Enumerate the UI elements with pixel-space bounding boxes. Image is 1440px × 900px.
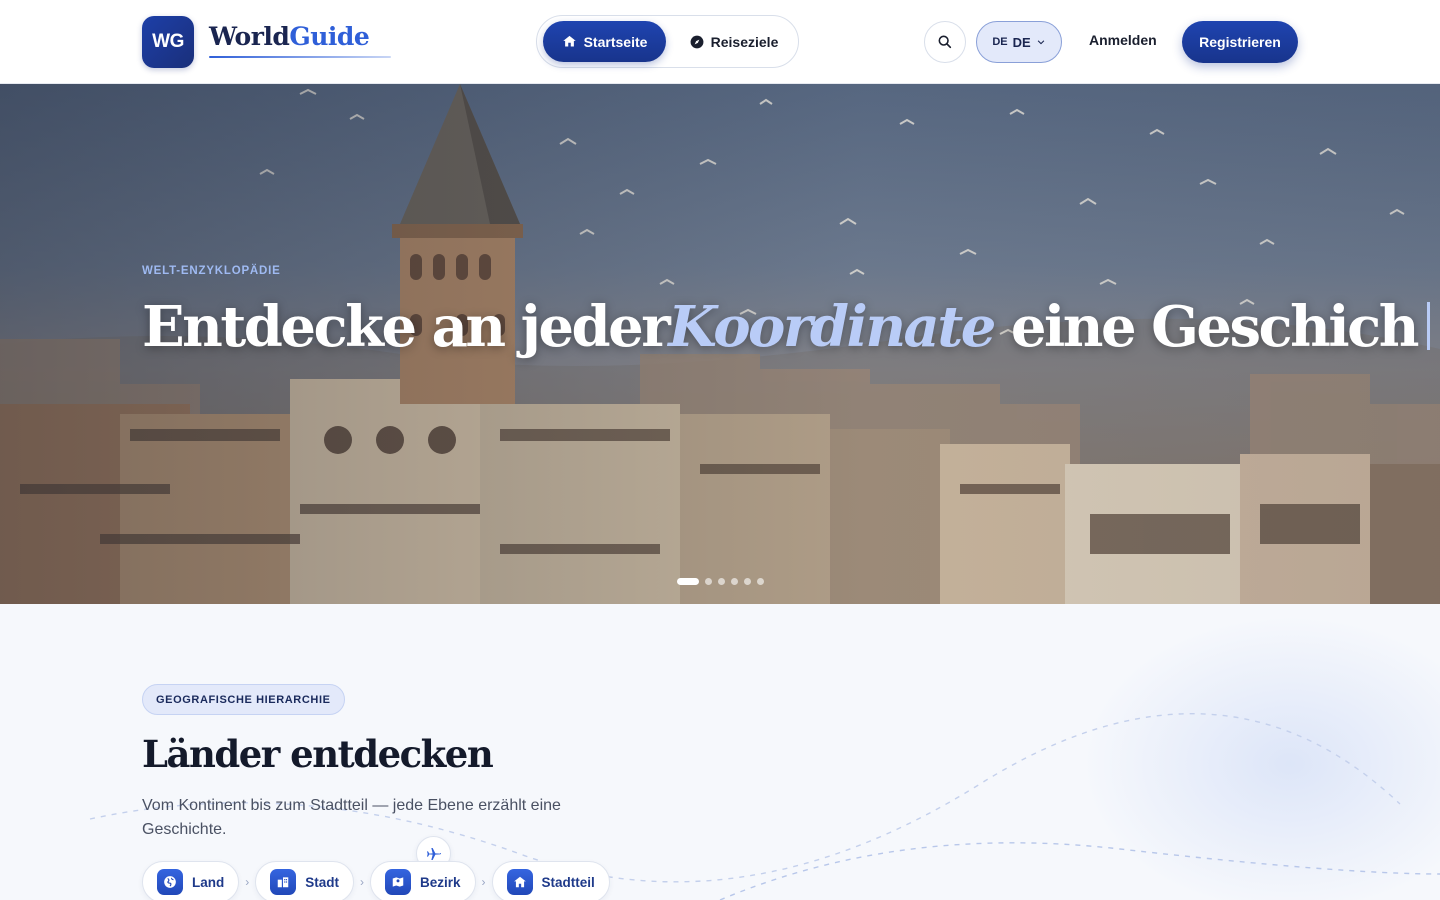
carousel-dots bbox=[677, 578, 764, 585]
top-header: WG WorldGuide Startseite Reiseziele DE D… bbox=[0, 0, 1440, 84]
search-button[interactable] bbox=[924, 21, 966, 63]
hero-title: Entdecke an jederKoordinate eine Geschic… bbox=[142, 294, 1430, 360]
logo-word-world: World bbox=[209, 22, 290, 51]
hero-title-part-2: eine Geschich bbox=[993, 294, 1420, 360]
hero-title-accent: Koordinate bbox=[668, 294, 996, 360]
hero-banner: WELT-ENZYKLOPÄDIE Entdecke an jederKoord… bbox=[0, 84, 1440, 604]
logo-word-guide: Guide bbox=[289, 22, 370, 51]
hierarchy-section: GEOGRAFISCHE HIERARCHIE Länder entdecken… bbox=[0, 604, 1440, 900]
section-title: Länder entdecken bbox=[142, 732, 494, 776]
typing-cursor bbox=[1426, 302, 1430, 350]
chevron-down-icon bbox=[1037, 40, 1044, 45]
level-chip-land[interactable]: Land bbox=[142, 861, 240, 900]
section-badge: GEOGRAFISCHE HIERARCHIE bbox=[142, 684, 345, 715]
chevron-right-icon: › bbox=[360, 875, 364, 889]
level-chip-stadt-label: Stadt bbox=[305, 874, 339, 890]
section-description: Vom Kontinent bis zum Stadtteil — jede E… bbox=[142, 797, 561, 838]
hero-eyebrow: WELT-ENZYKLOPÄDIE bbox=[142, 265, 281, 277]
carousel-dot-4[interactable] bbox=[731, 578, 738, 585]
city-icon bbox=[270, 869, 297, 895]
nav-destinations-button[interactable]: Reiseziele bbox=[675, 21, 793, 62]
level-chip-bezirk[interactable]: Bezirk bbox=[370, 861, 476, 900]
language-code: DE bbox=[1012, 34, 1031, 50]
logo-wordmark[interactable]: WorldGuide bbox=[209, 22, 370, 51]
search-icon bbox=[938, 35, 952, 49]
chevron-right-icon: › bbox=[481, 875, 486, 889]
carousel-dot-6[interactable] bbox=[757, 578, 764, 585]
house-icon bbox=[506, 869, 533, 895]
level-chip-stadtteil-label: Stadtteil bbox=[541, 874, 595, 890]
level-chip-stadt[interactable]: Stadt bbox=[255, 861, 354, 900]
carousel-dot-1[interactable] bbox=[677, 578, 699, 585]
nav-home-label: Startseite bbox=[583, 33, 648, 50]
level-chip-land-label: Land bbox=[192, 874, 225, 890]
nav-destinations-label: Reiseziele bbox=[710, 33, 779, 50]
level-chip-stadtteil[interactable]: Stadtteil bbox=[491, 861, 610, 900]
logo-mark[interactable]: WG bbox=[142, 16, 194, 68]
logo-underline bbox=[209, 56, 391, 58]
level-chip-bezirk-label: Bezirk bbox=[420, 874, 461, 890]
carousel-dot-5[interactable] bbox=[744, 578, 751, 585]
compass-icon bbox=[690, 35, 704, 48]
globe-icon bbox=[157, 869, 183, 895]
home-icon bbox=[562, 35, 576, 47]
register-button[interactable]: Registrieren bbox=[1182, 21, 1298, 63]
hierarchy-levels: Land › Stadt › Bezirk › Stadtteil bbox=[142, 861, 610, 900]
carousel-dot-3[interactable] bbox=[718, 578, 725, 585]
login-link[interactable]: Anmelden bbox=[1089, 32, 1157, 48]
nav-home-button[interactable]: Startseite bbox=[543, 21, 666, 62]
language-flag: DE bbox=[992, 36, 1008, 48]
chevron-right-icon: › bbox=[245, 875, 250, 889]
map-icon bbox=[385, 869, 411, 895]
carousel-dot-2[interactable] bbox=[705, 578, 712, 585]
hero-title-part-1: Entdecke an jeder bbox=[142, 294, 671, 360]
plane-icon bbox=[426, 847, 441, 860]
language-selector[interactable]: DE DE bbox=[976, 21, 1062, 63]
main-nav: Startseite Reiseziele bbox=[536, 15, 799, 68]
